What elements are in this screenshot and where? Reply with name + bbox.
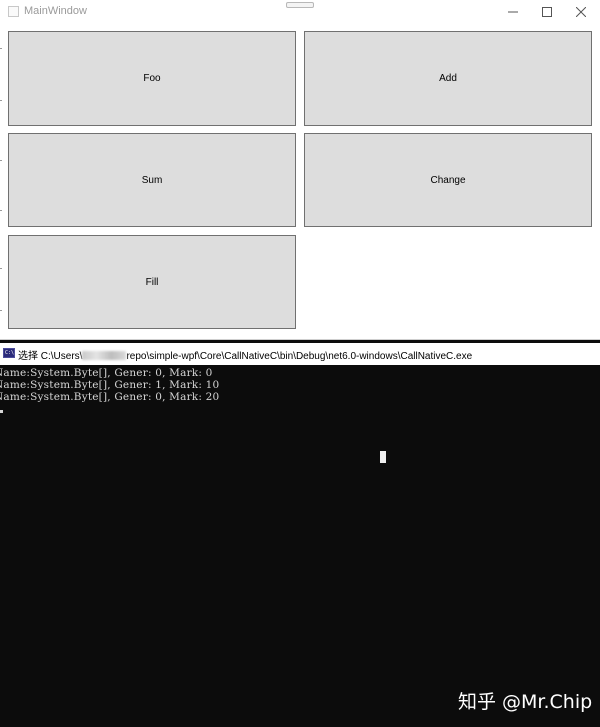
change-button[interactable]: Change [304,133,592,227]
add-button[interactable]: Add [304,31,592,126]
selection-cursor [380,451,386,463]
app-icon [8,6,19,17]
console-line: Name:System.Byte[], Gener: 0, Mark: 0 [0,367,213,379]
foo-button-label: Foo [143,73,161,84]
maximize-button[interactable] [530,0,564,24]
watermark: 知乎 @Mr.Chip [458,691,593,713]
input-cursor [0,410,3,413]
console-title-suffix: repo\simple-wpf\Core\CallNativeC\bin\Deb… [126,351,473,362]
minimize-button[interactable] [496,0,530,24]
maximize-icon [542,7,552,17]
fill-button[interactable]: Fill [8,235,296,329]
console-title-prefix: 选择 C:\Users\ [18,351,83,362]
sum-button-label: Sum [141,174,163,186]
redacted-username [82,351,127,360]
foo-button[interactable]: Foo [8,31,296,126]
console-title: 选择 C:\Users\ repo\simple-wpf\Core\CallNat… [18,347,472,362]
close-button[interactable] [564,0,598,24]
change-button-label: Change [430,174,466,186]
main-window: MainWindow Foo Add Sum Change Fill [0,0,600,340]
minimize-icon [508,11,518,13]
fill-button-label: Fill [145,276,159,288]
console-title-bar[interactable]: C:\ 选择 C:\Users\ repo\simple-wpf\Core\Cal… [0,343,600,365]
console-icon: C:\ [3,348,15,358]
add-button-label: Add [439,73,457,84]
sum-button[interactable]: Sum [8,133,296,227]
console-line: Name:System.Byte[], Gener: 1, Mark: 10 [0,379,220,391]
console-output[interactable]: Name:System.Byte[], Gener: 0, Mark: 0 Na… [0,365,600,727]
title-bar[interactable]: MainWindow [0,0,600,25]
left-edge-marks [0,40,2,320]
close-icon [576,7,586,17]
console-line: Name:System.Byte[], Gener: 0, Mark: 20 [0,391,220,403]
window-title: MainWindow [24,5,87,17]
